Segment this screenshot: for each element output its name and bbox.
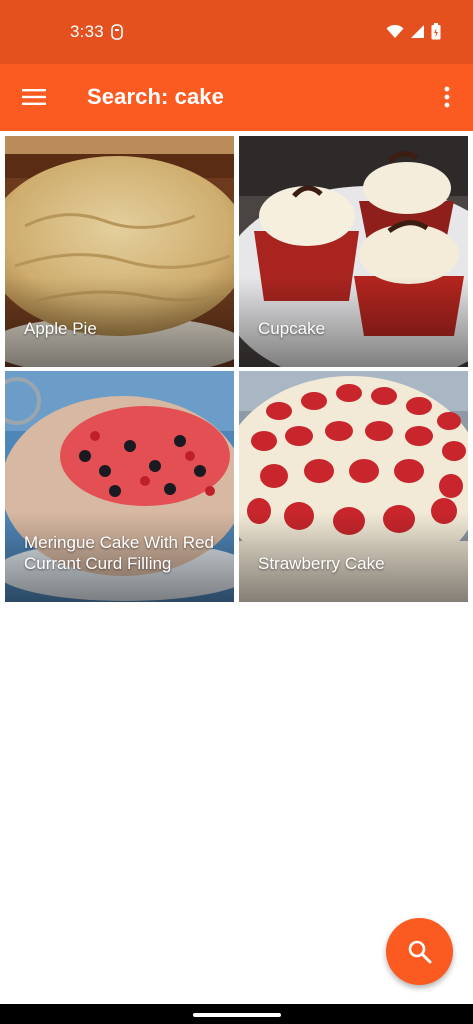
status-bar: 3:33 [0, 0, 473, 64]
page-title: Search: cake [87, 84, 224, 109]
result-title: Meringue Cake With Red Currant Curd Fill… [24, 533, 214, 573]
wifi-icon [386, 24, 404, 38]
signal-icon [411, 25, 424, 38]
status-time: 3:33 [70, 22, 104, 41]
result-card[interactable]: Apple Pie [5, 136, 234, 367]
status-icons [386, 23, 441, 40]
home-gesture-handle[interactable] [193, 1013, 281, 1017]
result-card[interactable]: Meringue Cake With Red Currant Curd Fill… [5, 371, 234, 602]
more-vert-icon [444, 86, 450, 108]
result-card[interactable]: Strawberry Cake [239, 371, 468, 602]
menu-icon [22, 89, 46, 105]
search-fab-button[interactable] [386, 918, 453, 985]
result-title: Strawberry Cake [258, 554, 385, 573]
result-title: Apple Pie [24, 319, 97, 338]
result-card[interactable]: Cupcake [239, 136, 468, 367]
notification-icon [111, 24, 123, 40]
result-title: Cupcake [258, 319, 326, 338]
search-icon [408, 940, 431, 963]
system-nav-bar [0, 1004, 473, 1024]
app-bar: Search: cake [0, 64, 473, 131]
battery-icon [431, 23, 441, 40]
overflow-menu-button[interactable] [435, 79, 459, 115]
menu-button[interactable] [14, 79, 54, 115]
